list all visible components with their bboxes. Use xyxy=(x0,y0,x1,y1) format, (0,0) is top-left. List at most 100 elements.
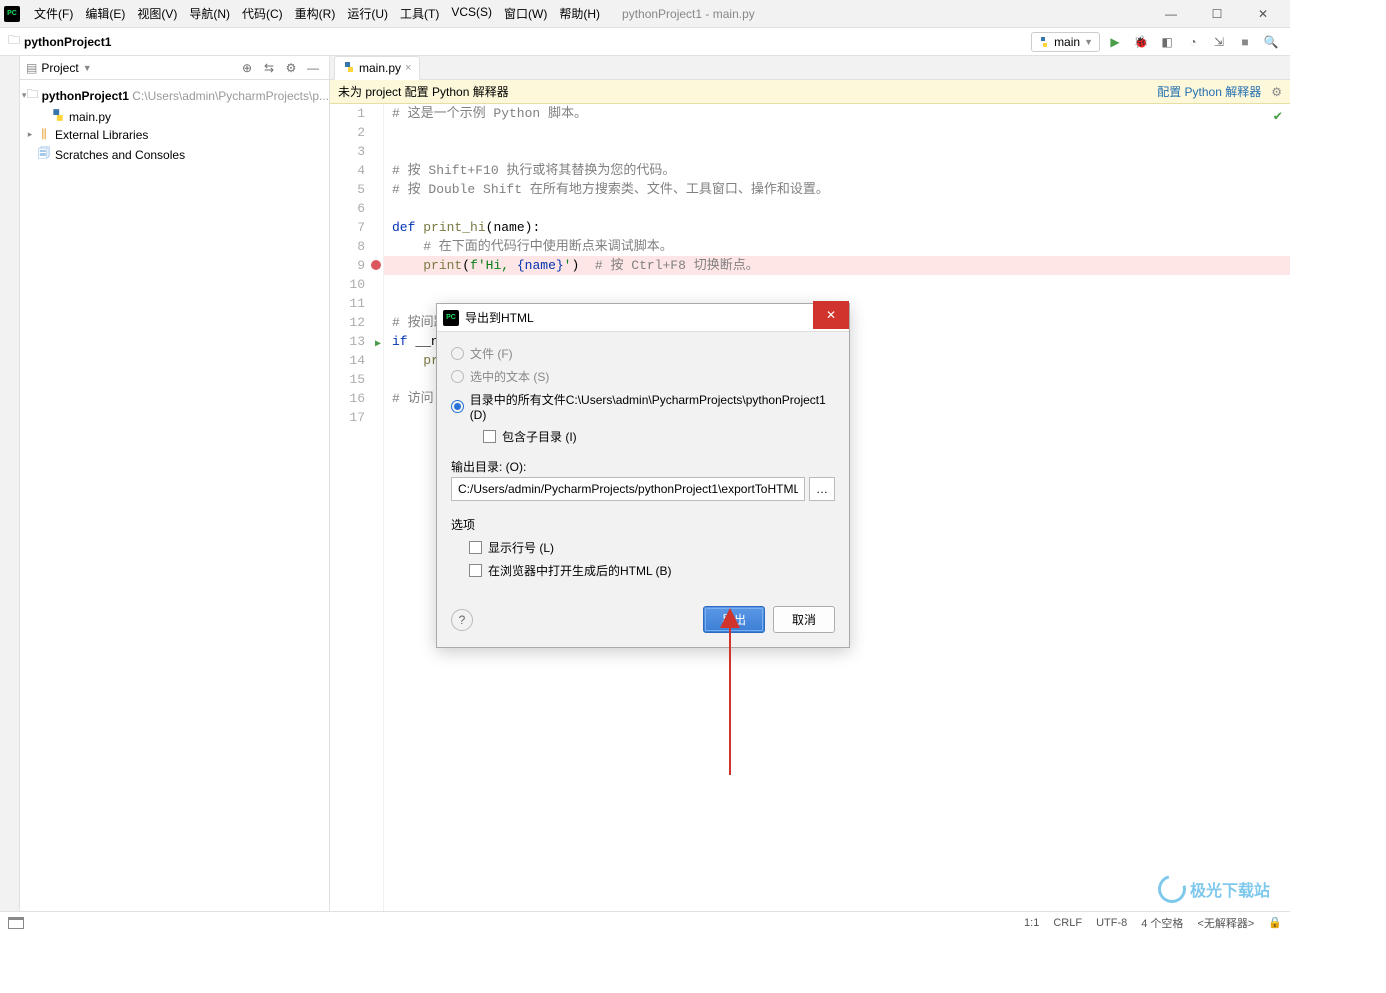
radio-dir-row[interactable]: 目录中的所有文件C:\Users\admin\PycharmProjects\p… xyxy=(451,388,835,425)
libraries-icon: ⫼ xyxy=(36,127,52,142)
menu-help[interactable]: 帮助(H) xyxy=(553,5,606,22)
tree-external-libs[interactable]: ▸ ⫼ External Libraries xyxy=(20,126,329,143)
interpreter-status[interactable]: <无解释器> xyxy=(1197,915,1254,931)
line-separator[interactable]: CRLF xyxy=(1053,917,1082,929)
attach-button[interactable]: ⇲ xyxy=(1208,31,1230,53)
gear-icon[interactable]: ⚙ xyxy=(1271,85,1282,99)
tree-root-path: C:\Users\admin\PycharmProjects\p... xyxy=(132,89,329,103)
dialog-buttons: ? 导出 取消 xyxy=(437,592,849,647)
menu-refactor[interactable]: 重构(R) xyxy=(289,5,342,22)
radio-icon[interactable] xyxy=(451,400,464,413)
stop-button[interactable]: ■ xyxy=(1234,31,1256,53)
menu-view[interactable]: 视图(V) xyxy=(131,5,183,22)
breakpoint-icon[interactable] xyxy=(371,260,381,270)
show-linenum-row[interactable]: 显示行号 (L) xyxy=(469,536,835,559)
tree-file-label: main.py xyxy=(69,110,111,124)
run-button[interactable]: ▶ xyxy=(1104,31,1126,53)
radio-icon[interactable] xyxy=(451,347,464,360)
coverage-button[interactable]: ◧ xyxy=(1156,31,1178,53)
checkbox-icon[interactable] xyxy=(469,541,482,554)
menu-vcs[interactable]: VCS(S) xyxy=(445,5,498,22)
show-linenum-label: 显示行号 (L) xyxy=(488,539,554,556)
profile-button[interactable]: ◔ xyxy=(1182,31,1204,53)
banner-text: 未为 project 配置 Python 解释器 xyxy=(338,83,509,100)
python-file-icon xyxy=(50,108,66,125)
hide-button[interactable]: — xyxy=(303,58,323,78)
menu-file[interactable]: 文件(F) xyxy=(28,5,79,22)
chevron-down-icon[interactable]: ▼ xyxy=(83,63,92,73)
breadcrumb-project[interactable]: pythonProject1 xyxy=(24,35,111,49)
select-opened-file-button[interactable]: ⊕ xyxy=(237,58,257,78)
radio-selected-row[interactable]: 选中的文本 (S) xyxy=(451,365,835,388)
editor-gutter[interactable]: 1 2 3 4 5 6 7 8 9 10 11 12 13▶ 14 15 16 … xyxy=(330,104,384,911)
project-panel-header: ▤ Project ▼ ⊕ ⇆ ⚙ — xyxy=(20,56,329,80)
cancel-button[interactable]: 取消 xyxy=(773,606,835,633)
debug-button[interactable]: 🐞 xyxy=(1130,31,1152,53)
line-number-9[interactable]: 9 xyxy=(330,256,383,275)
checkbox-icon[interactable] xyxy=(483,430,496,443)
line-number: 15 xyxy=(330,370,383,389)
radio-icon[interactable] xyxy=(451,370,464,383)
app-icon: PC xyxy=(4,6,20,22)
configure-interpreter-link[interactable]: 配置 Python 解释器 xyxy=(1157,83,1261,100)
browse-button[interactable]: … xyxy=(809,477,835,501)
tree-root[interactable]: ▾ 🗀 pythonProject1 C:\Users\admin\Pychar… xyxy=(20,84,329,107)
project-panel-title[interactable]: Project xyxy=(41,61,78,75)
dialog-close-button[interactable]: ✕ xyxy=(813,301,849,329)
menu-tools[interactable]: 工具(T) xyxy=(394,5,445,22)
tool-window-toggle[interactable] xyxy=(8,917,24,929)
inspection-ok-icon[interactable]: ✔ xyxy=(1274,108,1282,127)
caret-position[interactable]: 1:1 xyxy=(1024,917,1039,929)
tree-scratches[interactable]: 🗐 Scratches and Consoles xyxy=(20,143,329,166)
expand-arrow-icon[interactable]: ▸ xyxy=(24,129,36,140)
dialog-title: 导出到HTML xyxy=(465,309,534,326)
help-button[interactable]: ? xyxy=(451,609,473,631)
line-number: 11 xyxy=(330,294,383,313)
folder-icon: 🗀 xyxy=(27,85,39,106)
line-number: 5 xyxy=(330,180,383,199)
editor-tabs: main.py × xyxy=(330,56,1290,80)
tab-close-icon[interactable]: × xyxy=(405,62,411,74)
folder-icon: 🗀 xyxy=(8,31,20,52)
chevron-down-icon: ▼ xyxy=(1084,37,1093,47)
line-number: 17 xyxy=(330,408,383,427)
indent-setting[interactable]: 4 个空格 xyxy=(1141,915,1183,931)
project-tree[interactable]: ▾ 🗀 pythonProject1 C:\Users\admin\Pychar… xyxy=(20,80,329,170)
output-dir-input[interactable] xyxy=(451,477,805,501)
file-encoding[interactable]: UTF-8 xyxy=(1096,917,1127,929)
radio-selected-label: 选中的文本 (S) xyxy=(470,368,549,385)
watermark: 极光下载站 xyxy=(1158,875,1270,903)
tree-external-label: External Libraries xyxy=(55,128,148,142)
checkbox-icon[interactable] xyxy=(469,564,482,577)
search-button[interactable]: 🔍 xyxy=(1260,31,1282,53)
menu-code[interactable]: 代码(C) xyxy=(236,5,289,22)
minimize-button[interactable]: — xyxy=(1148,0,1194,28)
line-number: 10 xyxy=(330,275,383,294)
left-stripe[interactable] xyxy=(0,56,20,911)
lock-icon[interactable]: 🔒 xyxy=(1268,916,1282,929)
window-title: pythonProject1 - main.py xyxy=(622,7,755,21)
export-button[interactable]: 导出 xyxy=(703,606,765,633)
tree-file-main[interactable]: main.py xyxy=(20,107,329,126)
maximize-button[interactable]: ☐ xyxy=(1194,0,1240,28)
open-browser-label: 在浏览器中打开生成后的HTML (B) xyxy=(488,562,672,579)
menu-navigate[interactable]: 导航(N) xyxy=(183,5,236,22)
settings-button[interactable]: ⚙ xyxy=(281,58,301,78)
run-config-select[interactable]: main ▼ xyxy=(1031,32,1100,52)
options-label: 选项 xyxy=(451,513,835,536)
close-button[interactable]: ✕ xyxy=(1240,0,1286,28)
output-dir-label: 输出目录: (O): xyxy=(451,456,835,477)
line-number: 14 xyxy=(330,351,383,370)
expand-all-button[interactable]: ⇆ xyxy=(259,58,279,78)
include-subdirs-row[interactable]: 包含子目录 (I) xyxy=(483,425,835,448)
menu-edit[interactable]: 编辑(E) xyxy=(79,5,131,22)
dialog-titlebar[interactable]: PC 导出到HTML ✕ xyxy=(437,304,849,332)
menu-window[interactable]: 窗口(W) xyxy=(498,5,553,22)
open-browser-row[interactable]: 在浏览器中打开生成后的HTML (B) xyxy=(469,559,835,582)
tab-main-py[interactable]: main.py × xyxy=(334,56,420,80)
line-number: 4 xyxy=(330,161,383,180)
menu-run[interactable]: 运行(U) xyxy=(341,5,394,22)
radio-file-row[interactable]: 文件 (F) xyxy=(451,342,835,365)
run-config-name: main xyxy=(1054,35,1080,49)
line-number-13[interactable]: 13▶ xyxy=(330,332,383,351)
